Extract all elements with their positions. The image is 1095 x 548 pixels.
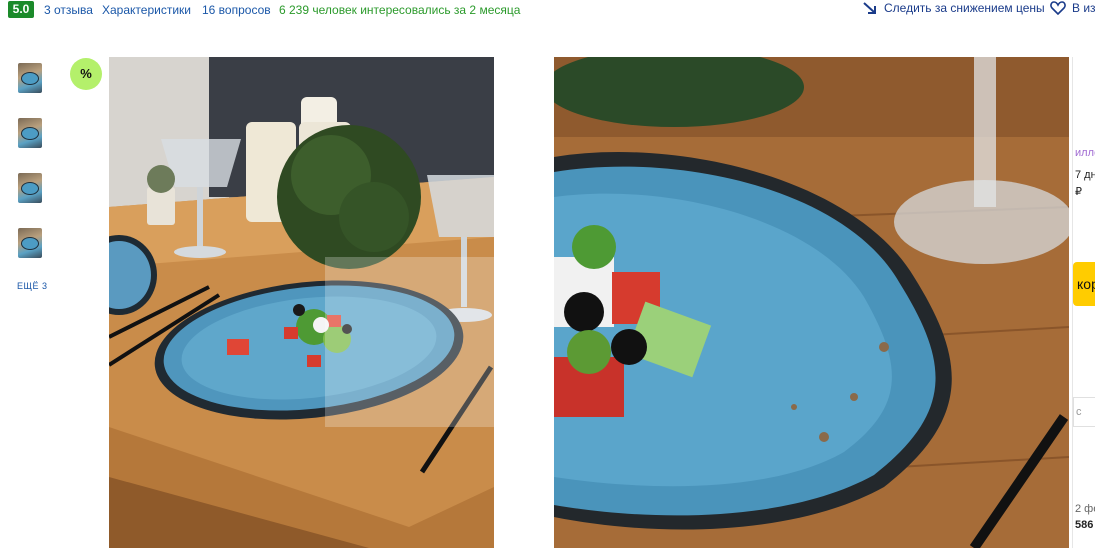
gallery-thumbnail[interactable] <box>18 228 42 258</box>
watch-price-button[interactable]: Следить за снижением цены <box>862 1 1045 15</box>
gallery-thumbnail[interactable] <box>18 63 42 93</box>
rating-badge: 5.0 <box>8 1 34 18</box>
offer-price: 586 <box>1075 519 1094 531</box>
zoom-preview <box>554 57 1069 548</box>
offer-input[interactable]: с <box>1073 397 1095 427</box>
add-to-cart-button[interactable]: кор <box>1073 262 1095 306</box>
product-info-bar: 5.0 3 отзыва Характеристики 16 вопросов … <box>0 0 1095 20</box>
offer-date: 2 фе <box>1075 503 1095 515</box>
arrow-down-right-icon <box>863 2 876 14</box>
more-photos-link[interactable]: ЕЩЁ 3 <box>17 281 47 291</box>
favorites-button[interactable]: В из <box>1050 1 1095 15</box>
gallery-thumbnail[interactable] <box>18 118 42 148</box>
watch-price-label: Следить за снижением цены <box>884 1 1045 15</box>
currency-label: ₽ <box>1075 186 1082 198</box>
interest-counter: 6 239 человек интересовались за 2 месяца <box>279 3 521 17</box>
table-setting-image <box>109 57 494 548</box>
favorites-label: В из <box>1072 1 1095 15</box>
zoomed-plate-image <box>554 57 1069 548</box>
questions-link[interactable]: 16 вопросов <box>202 3 271 17</box>
discount-badge: % <box>70 58 102 90</box>
heart-icon <box>1050 1 1066 15</box>
product-photo[interactable] <box>109 57 494 548</box>
offer-label: илло <box>1075 147 1095 159</box>
delivery-label: 7 дн <box>1075 169 1095 181</box>
gallery-thumbnail[interactable] <box>18 173 42 203</box>
specs-link[interactable]: Характеристики <box>102 3 191 17</box>
reviews-link[interactable]: 3 отзыва <box>44 3 93 17</box>
offer-panel: илло 7 дн ₽ кор с 2 фе 586 <box>1072 57 1095 548</box>
